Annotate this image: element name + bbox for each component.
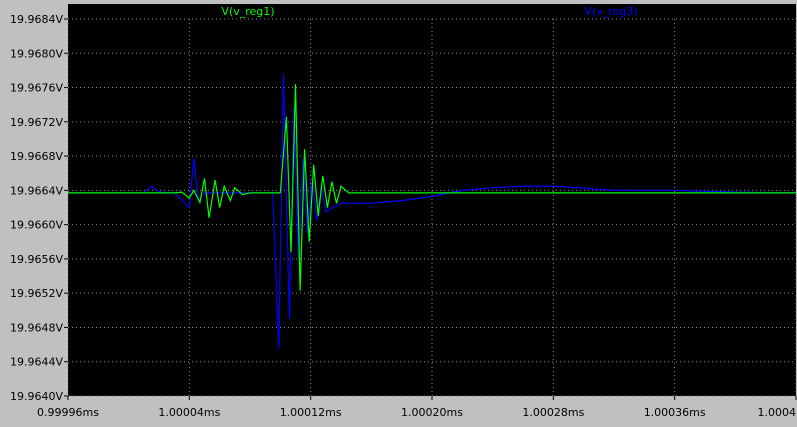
x-tick-label: 1.00036ms bbox=[644, 406, 706, 419]
x-tick-label: 1.00028ms bbox=[522, 406, 584, 419]
legend-item-v-reg3[interactable]: V(v_reg3) bbox=[584, 5, 637, 18]
y-tick-label: 19.9680V bbox=[10, 47, 63, 60]
y-tick-label: 19.9660V bbox=[10, 219, 63, 232]
y-tick-label: 19.9664V bbox=[10, 184, 63, 197]
x-tick-label: 1.00020ms bbox=[401, 406, 463, 419]
y-tick-label: 19.9684V bbox=[10, 13, 63, 26]
y-tick-label: 19.9656V bbox=[10, 253, 63, 266]
x-tick-label: 0.99996ms bbox=[37, 406, 99, 419]
x-tick-label: 1.00012ms bbox=[280, 406, 342, 419]
x-axis-ticks: 0.99996ms 1.00004ms 1.00012ms 1.00020ms 1.00… bbox=[37, 396, 797, 419]
x-tick-label: 1.0004 bbox=[758, 406, 797, 419]
y-tick-label: 19.9652V bbox=[10, 287, 63, 300]
waveform-chart[interactable]: 19.9684V 19.9680V 19.9676V 19.9672V 19.9668V… bbox=[0, 0, 797, 423]
legend-item-v-reg1[interactable]: V(v_reg1) bbox=[221, 5, 274, 18]
y-tick-label: 19.9640V bbox=[10, 390, 63, 403]
y-tick-label: 19.9672V bbox=[10, 116, 63, 129]
waveform-viewer: 19.9684V 19.9680V 19.9676V 19.9672V 19.9668V… bbox=[0, 0, 797, 423]
y-tick-label: 19.9644V bbox=[10, 356, 63, 369]
y-tick-label: 19.9668V bbox=[10, 150, 63, 163]
y-tick-label: 19.9648V bbox=[10, 321, 63, 334]
y-tick-label: 19.9676V bbox=[10, 82, 63, 95]
x-tick-label: 1.00004ms bbox=[158, 406, 220, 419]
y-axis-ticks: 19.9684V 19.9680V 19.9676V 19.9672V 19.9668V… bbox=[10, 13, 68, 403]
